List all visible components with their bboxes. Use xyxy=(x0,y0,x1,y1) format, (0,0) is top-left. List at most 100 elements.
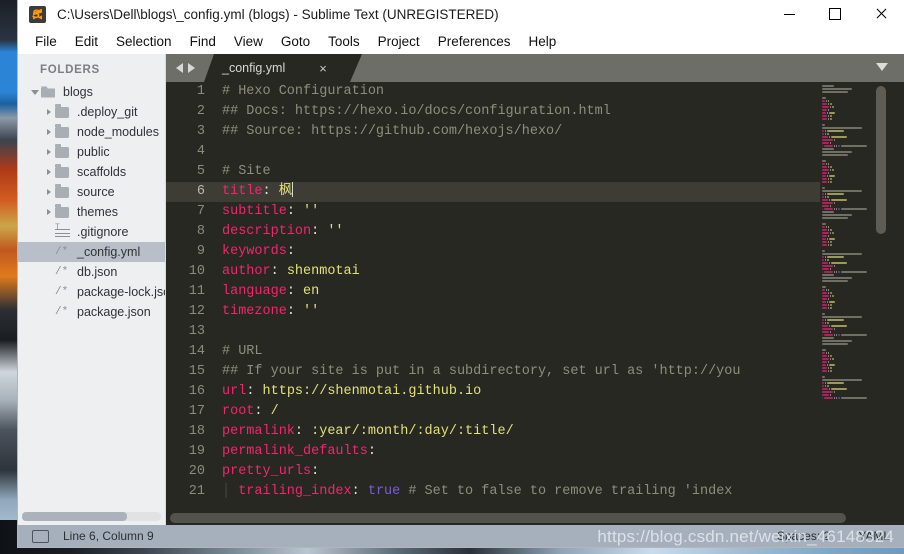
code-token: author xyxy=(222,264,271,279)
chevron-right-icon[interactable] xyxy=(42,149,55,155)
code-token: # Site xyxy=(222,164,271,179)
minimap-line xyxy=(824,271,833,273)
minimap-line xyxy=(822,199,828,201)
code-line[interactable] xyxy=(214,142,820,162)
tab-nav-arrows[interactable] xyxy=(166,54,204,82)
menu-item-view[interactable]: View xyxy=(225,31,272,52)
code-line[interactable]: permalink: :year/:month/:day/:title/ xyxy=(214,422,820,442)
code-line[interactable]: description: '' xyxy=(214,222,820,242)
code-line[interactable]: keywords: xyxy=(214,242,820,262)
panel-icon[interactable] xyxy=(32,529,49,543)
code-token: # URL xyxy=(222,344,263,359)
prev-arrow-icon[interactable] xyxy=(175,63,183,73)
menu-item-project[interactable]: Project xyxy=(369,31,429,52)
minimap-line xyxy=(830,136,847,138)
code-line[interactable]: # Hexo Configuration xyxy=(214,82,820,102)
tree-item--deploy-git[interactable]: .deploy_git xyxy=(18,102,165,122)
tree-item--config-yml[interactable]: /* _config.yml xyxy=(18,242,165,262)
window-controls xyxy=(766,0,904,28)
code-line[interactable]: ## If your site is put in a subdirectory… xyxy=(214,362,820,382)
chevron-down-icon[interactable] xyxy=(28,89,41,95)
tree-item--gitignore[interactable]: .gitignore xyxy=(18,222,165,242)
minimap-line xyxy=(822,169,829,171)
minimap-line xyxy=(825,322,827,324)
minimap-line xyxy=(822,172,827,174)
tree-item-db-json[interactable]: /* db.json xyxy=(18,262,165,282)
tree-item-themes[interactable]: themes xyxy=(18,202,165,222)
next-arrow-icon[interactable] xyxy=(187,63,195,73)
minimap-scrollbar-thumb[interactable] xyxy=(876,86,886,234)
minimap-line xyxy=(822,334,824,336)
menu-item-goto[interactable]: Goto xyxy=(272,31,319,52)
minimap-line xyxy=(841,208,867,210)
menu-item-file[interactable]: File xyxy=(26,31,66,52)
sidebar-horizontal-scrollbar[interactable] xyxy=(18,512,165,521)
editor-horizontal-scrollbar[interactable] xyxy=(166,513,888,523)
sidebar-scroll-thumb[interactable] xyxy=(22,512,127,521)
tree-item-source[interactable]: source xyxy=(18,182,165,202)
line-number: 8 xyxy=(196,224,205,239)
minimap-line xyxy=(822,196,825,198)
sidebar-scroll-track[interactable] xyxy=(22,512,161,521)
line-number: 9 xyxy=(196,244,205,259)
code-line[interactable]: permalink_defaults: xyxy=(214,442,820,462)
maximize-button[interactable] xyxy=(812,0,858,28)
line-number: 21 xyxy=(188,484,205,499)
folder-icon xyxy=(55,143,75,158)
code-line[interactable]: pretty_urls: xyxy=(214,462,820,482)
minimap-line xyxy=(822,217,849,219)
tree-item-blogs[interactable]: blogs xyxy=(18,82,165,102)
code-line[interactable]: ## Docs: https://hexo.io/docs/configurat… xyxy=(214,102,820,122)
tab-close-icon[interactable]: × xyxy=(319,62,327,75)
minimap-line xyxy=(827,385,829,387)
tree-item-public[interactable]: public xyxy=(18,142,165,162)
tree-item-package-lock-json[interactable]: /* package-lock.json xyxy=(18,282,165,302)
code-token: :year/:month/:day/:title/ xyxy=(303,424,514,439)
chevron-right-icon[interactable] xyxy=(42,209,55,215)
chevron-down-icon[interactable] xyxy=(876,63,888,71)
menu-item-preferences[interactable]: Preferences xyxy=(429,31,520,52)
folder-tree: blogs .deploy_git node_modules public scaffo… xyxy=(18,82,165,322)
minimap-line xyxy=(822,316,862,318)
code-line[interactable]: subtitle: '' xyxy=(214,202,820,222)
close-button[interactable] xyxy=(858,0,904,28)
tree-item-package-json[interactable]: /* package.json xyxy=(18,302,165,322)
minimap-line xyxy=(824,193,826,195)
code-line[interactable]: # URL xyxy=(214,342,820,362)
menu-item-tools[interactable]: Tools xyxy=(319,31,369,52)
code-line[interactable] xyxy=(214,322,820,342)
minimap[interactable] xyxy=(820,82,888,513)
chevron-right-icon[interactable] xyxy=(42,129,55,135)
chevron-right-icon[interactable] xyxy=(42,189,55,195)
code-line[interactable]: # Site xyxy=(214,162,820,182)
code-token: : xyxy=(262,184,271,199)
code-line[interactable]: url: https://shenmotai.github.io xyxy=(214,382,820,402)
tree-item-scaffolds[interactable]: scaffolds xyxy=(18,162,165,182)
minimap-line xyxy=(822,352,826,354)
menu-item-selection[interactable]: Selection xyxy=(107,31,181,52)
menu-item-find[interactable]: Find xyxy=(181,31,225,52)
minimap-line xyxy=(822,181,827,183)
minimap-line xyxy=(822,376,826,378)
menu-item-help[interactable]: Help xyxy=(520,31,566,52)
code-line[interactable]: root: / xyxy=(214,402,820,422)
menu-item-edit[interactable]: Edit xyxy=(66,31,107,52)
minimap-line xyxy=(826,364,828,366)
chevron-right-icon[interactable] xyxy=(42,109,55,115)
editor-scroll-thumb[interactable] xyxy=(170,513,846,523)
code-line[interactable]: timezone: '' xyxy=(214,302,820,322)
minimap-line xyxy=(828,289,830,291)
code-line[interactable]: title: 枫 xyxy=(214,182,820,202)
chevron-right-icon[interactable] xyxy=(42,169,55,175)
minimize-button[interactable] xyxy=(766,0,812,28)
minimap-line xyxy=(830,199,847,201)
minimap-line xyxy=(834,202,836,204)
code-text[interactable]: # Hexo Configuration ## Docs: https://hex… xyxy=(214,82,820,525)
code-line[interactable]: ## Source: https://github.com/hexojs/hex… xyxy=(214,122,820,142)
code-line[interactable]: │ trailing_index: true # Set to false to… xyxy=(214,482,820,502)
minimap-line xyxy=(822,337,835,339)
tree-item-node-modules[interactable]: node_modules xyxy=(18,122,165,142)
tab-config-yml[interactable]: _config.yml × xyxy=(204,54,362,82)
code-line[interactable]: language: en xyxy=(214,282,820,302)
code-line[interactable]: author: shenmotai xyxy=(214,262,820,282)
